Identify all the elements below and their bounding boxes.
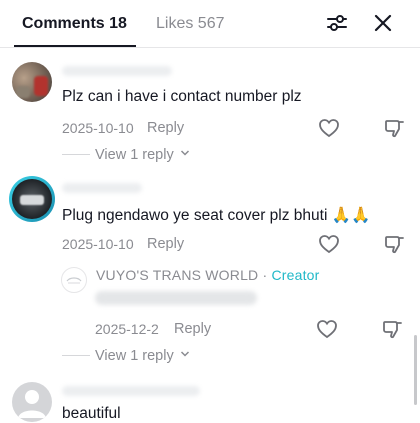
reply-date: 2025-12-2 (95, 321, 159, 337)
creator-badge: Creator (271, 267, 320, 283)
heart-icon[interactable] (318, 233, 340, 255)
replies-divider-line (62, 154, 90, 155)
reply-button[interactable]: Reply (147, 120, 184, 136)
comments-header: Comments 18 Likes 567 (0, 0, 420, 48)
creator-author: VUYO'S TRANS WORLD · Creator (96, 267, 320, 283)
view-replies-label: View 1 reply (95, 147, 174, 163)
chevron-down-icon (180, 150, 189, 156)
avatar[interactable] (9, 176, 55, 222)
reply-button[interactable]: Reply (147, 236, 184, 252)
view-replies-button[interactable]: View 1 reply (95, 147, 190, 163)
reply-button[interactable]: Reply (174, 321, 211, 337)
default-avatar-icon (18, 390, 46, 418)
view-replies-label: View 1 reply (95, 348, 174, 364)
tab-likes[interactable]: Likes 567 (156, 15, 225, 33)
comment-date: 2025-10-10 (62, 236, 134, 252)
tab-comments[interactable]: Comments 18 (22, 15, 127, 33)
avatar[interactable] (12, 382, 52, 422)
dislike-icon[interactable] (383, 117, 405, 139)
avatar[interactable] (12, 62, 52, 102)
dislike-icon[interactable] (381, 318, 403, 340)
comment-date: 2025-10-10 (62, 120, 134, 136)
comment-text: Plz can i have i contact number plz (62, 88, 302, 105)
reply-text-blurred (95, 291, 257, 305)
separator-dot: · (262, 267, 268, 283)
username-blurred (62, 183, 142, 193)
sliders-icon[interactable] (326, 12, 348, 34)
logo-icon (66, 277, 82, 284)
active-tab-indicator (14, 45, 136, 47)
chevron-down-icon (180, 351, 189, 357)
dislike-icon[interactable] (383, 233, 405, 255)
heart-icon[interactable] (318, 117, 340, 139)
close-icon[interactable] (372, 12, 394, 34)
creator-avatar[interactable] (61, 267, 87, 293)
heart-icon[interactable] (316, 318, 338, 340)
replies-divider-line (62, 355, 90, 356)
username-blurred (62, 386, 200, 396)
creator-author-name: VUYO'S TRANS WORLD (96, 267, 259, 283)
username-blurred (62, 66, 172, 76)
scrollbar[interactable] (414, 335, 417, 405)
comment-text: beautiful (62, 405, 121, 422)
comment-text: Plug ngendawo ye seat cover plz bhuti 🙏🙏 (62, 207, 371, 224)
view-replies-button[interactable]: View 1 reply (95, 348, 190, 364)
